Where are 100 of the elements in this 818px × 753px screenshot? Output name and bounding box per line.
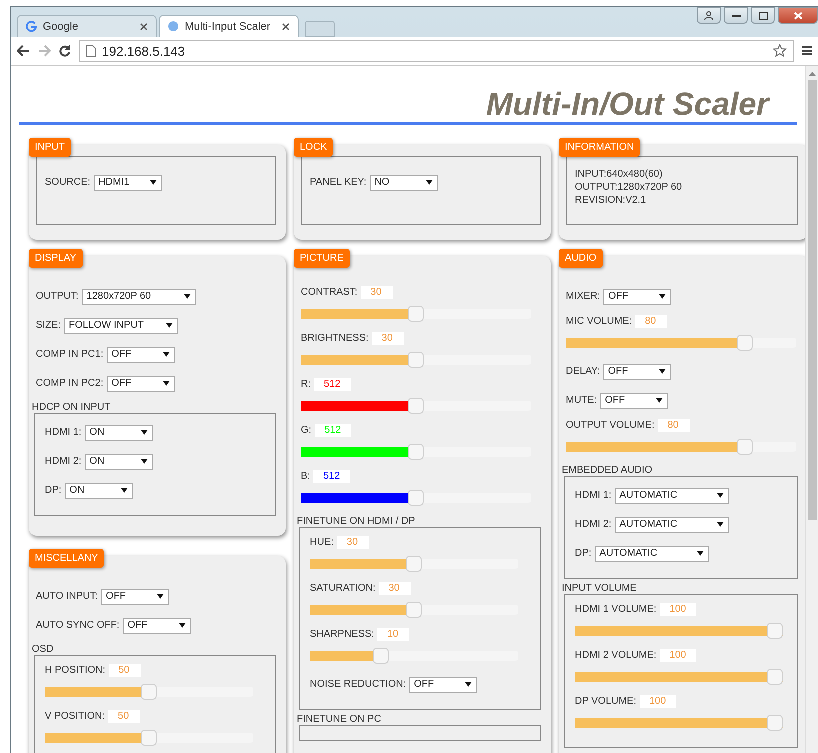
field-label: PANEL KEY: [310,177,367,188]
dropdown[interactable]: 1280x720P 60 [82,288,196,304]
slider-track[interactable] [566,335,796,351]
slider-track[interactable] [301,398,531,414]
field-label: HDMI 2: [575,519,612,530]
dropdown[interactable]: OFF [603,364,672,380]
field-label: HDMI 1 VOLUME: [575,604,657,615]
maximize-button[interactable] [751,7,775,24]
slider-thumb[interactable] [408,490,424,506]
slider-track[interactable] [310,556,518,572]
slider-thumb[interactable] [406,556,422,572]
slider-thumb[interactable] [406,602,422,618]
slider-track[interactable] [301,444,531,460]
caret-icon [426,180,433,185]
panel-title: DISPLAY [29,249,82,268]
slider-track[interactable] [310,602,518,618]
group-title: OSD [32,644,55,655]
field-label: HDMI 1: [575,490,612,501]
slider-thumb[interactable] [408,306,424,322]
slider-track[interactable] [301,306,531,322]
dropdown[interactable]: OFF [600,392,668,408]
slider-thumb[interactable] [373,648,390,664]
panel-title: INPUT [29,138,71,157]
scrollbar[interactable] [805,66,818,753]
minimize-button[interactable] [724,7,748,24]
field-label: DP VOLUME: [575,696,636,707]
slider-track[interactable] [301,352,531,368]
dropdown[interactable]: OFF [106,346,175,362]
field-label: H POSITION: [45,665,106,676]
browser-tab[interactable]: Google [17,15,157,37]
caret-icon [140,459,148,464]
new-tab-button[interactable] [305,21,335,37]
field-label: NOISE REDUCTION: [310,679,406,690]
close-icon[interactable] [140,22,148,30]
page-icon [86,45,96,57]
slider-thumb[interactable] [737,335,754,351]
dropdown[interactable]: NO [370,174,438,190]
field-label: HUE: [310,537,334,548]
value-field[interactable]: 512 [314,378,351,391]
user-button[interactable] [697,7,721,24]
dropdown[interactable]: ON [64,482,133,498]
field-label: R: [301,379,311,390]
slider-track[interactable] [575,715,783,731]
caret-icon [140,430,148,435]
panel-title: INFORMATION [559,138,640,157]
panel-title: MISCELLANY [29,549,104,568]
panel-title: AUDIO [559,249,603,268]
slider-thumb[interactable] [767,623,783,639]
slider-thumb[interactable] [408,352,424,368]
dropdown[interactable]: OFF [106,376,175,392]
slider-track[interactable] [575,623,783,639]
maximize-icon [758,12,768,20]
scroll-up-icon[interactable] [808,72,816,76]
dropdown[interactable]: AUTOMATIC [594,546,709,562]
caret-icon [659,369,666,374]
forward-icon[interactable] [38,45,51,57]
slider-track[interactable] [45,730,253,746]
dropdown[interactable]: FOLLOW INPUT [64,318,178,334]
dropdown[interactable]: ON [84,424,153,440]
browser-tab[interactable]: Multi-Input Scaler [159,15,299,37]
slider-thumb[interactable] [141,730,157,746]
dropdown[interactable]: OFF [603,288,672,304]
field-label: DP: [575,548,592,559]
slider-thumb[interactable] [408,444,424,460]
slider-thumb[interactable] [141,684,157,700]
field-label: G: [301,425,312,436]
field-label: MIC VOLUME: [566,316,632,327]
caret-icon [157,594,164,599]
caret-icon [659,294,666,299]
caret-icon [120,488,128,493]
value-field[interactable]: 512 [313,470,350,483]
back-icon[interactable] [17,45,30,57]
slider-thumb[interactable] [737,439,754,455]
slider-thumb[interactable] [767,669,783,685]
slider-track[interactable] [566,439,796,455]
dropdown[interactable]: HDMI1 [94,174,162,190]
close-button[interactable] [778,7,818,24]
dropdown[interactable]: OFF [101,588,170,604]
panel-title: PICTURE [294,249,350,268]
dropdown[interactable]: OFF [409,676,478,692]
slider-thumb[interactable] [767,715,783,731]
reload-icon[interactable] [59,45,71,57]
slider-track[interactable] [575,669,783,685]
menu-icon[interactable] [802,46,812,56]
dropdown[interactable]: OFF [122,618,191,634]
field-label: SHARPNESS: [310,629,374,640]
dropdown[interactable]: AUTOMATIC [614,516,729,532]
group-title: FINETUNE ON PC [297,714,382,725]
star-icon[interactable] [773,44,787,58]
address-bar[interactable]: 192.168.5.143 [79,40,794,62]
slider-track[interactable] [301,490,531,506]
info-text: OUTPUT:1280x720P 60 [575,181,684,194]
slider-track[interactable] [310,648,518,664]
minimize-icon [732,14,740,18]
close-icon[interactable] [282,22,290,30]
dropdown[interactable]: AUTOMATIC [614,488,729,504]
slider-track[interactable] [45,684,253,700]
slider-thumb[interactable] [408,398,424,414]
dropdown[interactable]: ON [84,454,153,470]
page-title: Multi-In/Out Scaler [485,85,772,122]
